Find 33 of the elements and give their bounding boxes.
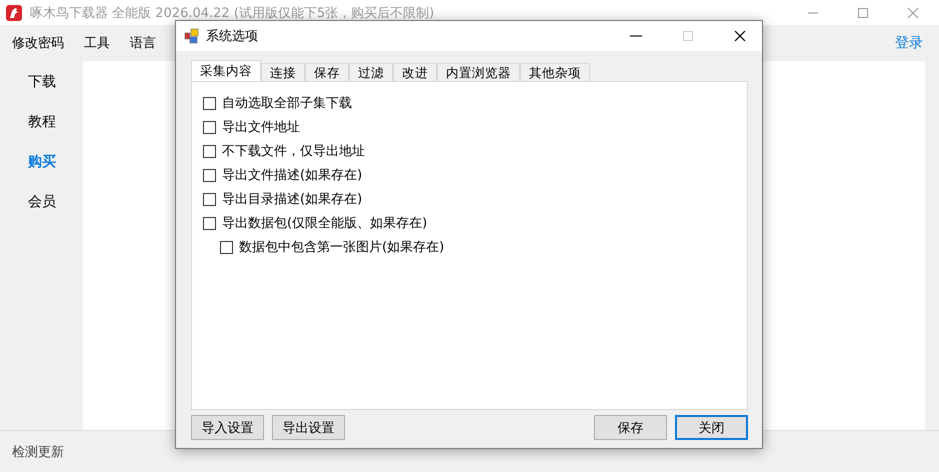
window-title: 啄木鸟下载器 全能版 2026.04.22 (试用版仅能下5张，购买后不限制) xyxy=(30,4,434,22)
dialog-button[interactable]: 导入设置 xyxy=(191,415,264,440)
dialog-button[interactable]: 关闭 xyxy=(675,415,748,440)
sidebar-item[interactable]: 下载 xyxy=(0,67,83,107)
option-label: 导出文件描述(如果存在) xyxy=(222,167,362,184)
check-update-link[interactable]: 检测更新 xyxy=(12,442,64,460)
checkbox[interactable] xyxy=(203,216,216,230)
option-label: 导出文件地址 xyxy=(222,119,300,136)
menu-item[interactable]: 工具 xyxy=(84,34,110,52)
sidebar-item[interactable]: 教程 xyxy=(0,107,83,147)
option-label: 导出目录描述(如果存在) xyxy=(222,191,362,208)
checkbox[interactable] xyxy=(203,168,216,182)
login-link[interactable]: 登录 xyxy=(895,34,923,52)
option-label: 自动选取全部子集下载 xyxy=(222,95,352,112)
menu-item[interactable]: 修改密码 xyxy=(12,34,64,52)
checkbox[interactable] xyxy=(203,144,216,158)
option-label: 不下载文件，仅导出地址 xyxy=(222,143,365,160)
checkbox[interactable] xyxy=(203,96,216,110)
maximize-icon[interactable] xyxy=(857,6,869,18)
menu-item[interactable]: 语言 xyxy=(130,34,156,52)
option-label: 数据包中包含第一张图片(如果存在) xyxy=(239,239,444,256)
option-label: 导出数据包(仅限全能版、如果存在) xyxy=(222,215,428,232)
tab[interactable]: 采集内容 xyxy=(191,60,261,81)
dialog-title: 系统选项 xyxy=(206,28,258,45)
sidebar-item[interactable]: 购买 xyxy=(0,147,83,187)
dialog-button[interactable]: 保存 xyxy=(594,415,667,440)
close-icon[interactable] xyxy=(734,30,746,42)
checkbox[interactable] xyxy=(203,192,216,206)
maximize-icon xyxy=(682,30,694,42)
sidebar-item[interactable]: 会员 xyxy=(0,187,83,227)
checkbox[interactable] xyxy=(220,240,233,254)
dialog-button[interactable]: 导出设置 xyxy=(272,415,345,440)
checkbox[interactable] xyxy=(203,120,216,134)
